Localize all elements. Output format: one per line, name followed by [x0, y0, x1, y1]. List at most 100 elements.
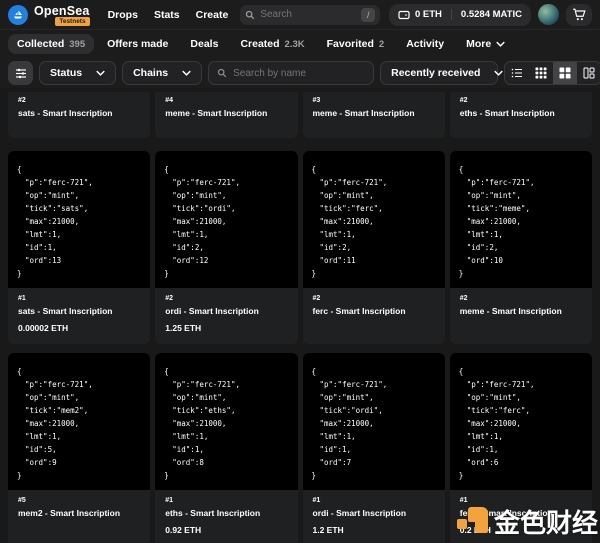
cart-button[interactable] [566, 4, 592, 26]
inscription-json-line: { [303, 163, 445, 176]
sort-dropdown[interactable]: Recently received [380, 61, 498, 85]
inscription-json-line: "p":"ferc-721", [155, 176, 297, 189]
inscription-json-line: "op":"mint", [450, 189, 592, 202]
inscription-json-line: "p":"ferc-721", [303, 176, 445, 189]
card-price: 0.92 ETH [165, 525, 287, 535]
card-media: {"p":"ferc-721","op":"mint","tick":"ferc… [450, 353, 592, 490]
name-search-input[interactable] [233, 68, 365, 79]
gallery-view-icon[interactable] [577, 62, 600, 84]
inscription-json-line: "op":"mint", [8, 189, 150, 202]
card-media: {"p":"ferc-721","op":"mint","tick":"meme… [450, 151, 592, 288]
card-footer: #1 ferc - Smart Inscription 0.2 ETH [450, 490, 592, 542]
nft-card[interactable]: {"p":"ferc-721","op":"mint","tick":"ferc… [450, 353, 592, 543]
slash-shortcut-badge: / [361, 8, 375, 22]
tab-label: Activity [406, 38, 444, 50]
search-icon [245, 10, 255, 20]
list-view-icon[interactable] [505, 62, 529, 84]
chevron-down-icon [496, 41, 505, 47]
card-title: ordi - Smart Inscription [165, 306, 287, 316]
chains-dropdown[interactable]: Chains [122, 61, 202, 85]
matic-balance: 0.5284 MATIC [451, 9, 531, 20]
nft-card[interactable]: #3 meme - Smart Inscription [303, 92, 445, 138]
inscription-json-line: "max":21000, [155, 417, 297, 430]
cart-icon [572, 8, 586, 21]
tab-count: 2.3K [285, 39, 305, 50]
nft-grid: #2 sats - Smart Inscription #4 meme - Sm… [8, 92, 592, 543]
compact-grid-view-icon[interactable] [529, 62, 553, 84]
card-footer: #3 meme - Smart Inscription [303, 92, 445, 125]
inscription-json-line: "ord":13 [8, 254, 150, 267]
search-input[interactable] [260, 9, 356, 20]
global-search[interactable]: / [240, 5, 380, 25]
nav-link-drops[interactable]: Drops [108, 9, 138, 21]
inscription-json-line: "id":2, [450, 241, 592, 254]
inscription-json-line: } [450, 267, 592, 280]
tab-label: Favorited [327, 38, 374, 50]
nav-link-create[interactable]: Create [196, 9, 229, 21]
wallet-balance-pill[interactable]: 0 ETH 0.5284 MATIC [389, 4, 531, 26]
opensea-ship-icon [8, 5, 28, 25]
inscription-json-line: "p":"ferc-721", [8, 378, 150, 391]
card-footer: #2 ferc - Smart Inscription [303, 288, 445, 323]
tab-created[interactable]: Created2.3K [231, 34, 313, 54]
inscription-json-line: "p":"ferc-721", [303, 378, 445, 391]
testnets-badge: Testnets [55, 17, 89, 26]
brand-name: OpenSea [34, 4, 90, 18]
card-title: ferc - Smart Inscription [313, 306, 435, 316]
grid-view-icon[interactable] [553, 62, 577, 84]
inscription-json-line: } [8, 267, 150, 280]
card-title: meme - Smart Inscription [313, 108, 435, 118]
profile-tabs: Collected395Offers madeDealsCreated2.3KF… [0, 30, 600, 58]
nft-card[interactable]: #2 eths - Smart Inscription [450, 92, 592, 138]
card-footer: #2 eths - Smart Inscription [450, 92, 592, 125]
inscription-json-line: { [8, 163, 150, 176]
tab-offers-made[interactable]: Offers made [98, 34, 177, 54]
inscription-json-line: "lmt":1, [450, 228, 592, 241]
filter-toggle-button[interactable] [8, 61, 33, 85]
tab-collected[interactable]: Collected395 [8, 34, 94, 54]
inscription-json-line: { [155, 365, 297, 378]
inscription-json-line: } [303, 267, 445, 280]
card-number: #5 [18, 497, 140, 504]
inscription-json-line: "op":"mint", [303, 391, 445, 404]
inscription-json-line: } [155, 267, 297, 280]
inscription-json-line: "tick":"ordi", [155, 202, 297, 215]
status-dropdown[interactable]: Status [39, 61, 116, 85]
card-title: meme - Smart Inscription [165, 108, 287, 118]
inscription-json-line: } [155, 469, 297, 482]
nft-card[interactable]: #4 meme - Smart Inscription [155, 92, 297, 138]
profile-avatar[interactable] [538, 4, 559, 25]
nav-link-stats[interactable]: Stats [154, 9, 180, 21]
nft-card[interactable]: {"p":"ferc-721","op":"mint","tick":"mem2… [8, 353, 150, 543]
tab-more[interactable]: More [457, 34, 514, 54]
inscription-json-line: "tick":"ferc", [450, 404, 592, 417]
nft-card[interactable]: {"p":"ferc-721","op":"mint","tick":"ordi… [303, 353, 445, 543]
nft-card[interactable]: {"p":"ferc-721","op":"mint","tick":"sats… [8, 151, 150, 344]
card-number: #4 [165, 97, 287, 104]
filter-sliders-icon [15, 68, 27, 79]
inscription-json-line: "ord":12 [155, 254, 297, 267]
nft-card[interactable]: {"p":"ferc-721","op":"mint","tick":"ordi… [155, 151, 297, 344]
opensea-brand[interactable]: OpenSea Testnets [8, 4, 90, 26]
inscription-json-line: "ord":9 [8, 456, 150, 469]
inscription-json-line: } [8, 469, 150, 482]
inscription-json-line: "id":1, [155, 443, 297, 456]
chevron-down-icon [494, 70, 503, 76]
nft-card[interactable]: #2 sats - Smart Inscription [8, 92, 150, 138]
card-number: #2 [313, 295, 435, 302]
chevron-down-icon [96, 70, 105, 76]
nft-card[interactable]: {"p":"ferc-721","op":"mint","tick":"ferc… [303, 151, 445, 344]
inscription-json-line: "lmt":1, [8, 430, 150, 443]
card-number: #2 [460, 295, 582, 302]
inscription-json-line: "op":"mint", [155, 391, 297, 404]
nft-card[interactable]: {"p":"ferc-721","op":"mint","tick":"eths… [155, 353, 297, 543]
name-search-field[interactable] [208, 61, 374, 85]
card-media: {"p":"ferc-721","op":"mint","tick":"ordi… [155, 151, 297, 288]
card-media: {"p":"ferc-721","op":"mint","tick":"ferc… [303, 151, 445, 288]
tab-activity[interactable]: Activity [397, 34, 453, 54]
tab-deals[interactable]: Deals [181, 34, 227, 54]
tab-favorited[interactable]: Favorited2 [318, 34, 394, 54]
inscription-json-line: "ord":7 [303, 456, 445, 469]
nft-card[interactable]: {"p":"ferc-721","op":"mint","tick":"meme… [450, 151, 592, 344]
inscription-json-line: { [8, 365, 150, 378]
